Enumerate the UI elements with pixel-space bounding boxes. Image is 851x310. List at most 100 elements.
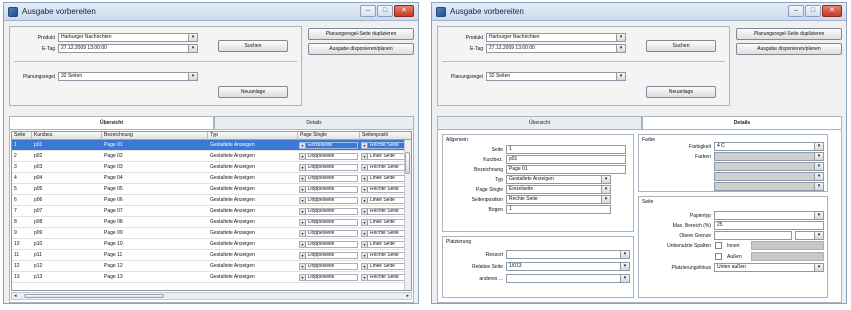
scroll-thumb[interactable]	[405, 152, 410, 174]
ausgabe-disponieren-button[interactable]: Ausgabe disponieren/planen	[308, 43, 414, 55]
table-row[interactable]: 11 p11 Page 11 Gestaltete Anzeigen ▾ Doppelse…	[12, 250, 411, 261]
farbigkeit-select[interactable]: 4 C ▾	[714, 142, 824, 151]
cell-select[interactable]: ▾ Einzelseite	[299, 142, 358, 149]
horizontal-scrollbar[interactable]: ◂ ▸	[11, 292, 412, 300]
table-row[interactable]: 1 p01 Page 01 Gestaltete Anzeigen ▾ Einzelsei…	[12, 140, 411, 151]
farben-select-2[interactable]: ▾	[714, 162, 824, 171]
planungsregel-select[interactable]: 32 Seiten ▾	[58, 72, 198, 81]
cell-select[interactable]: ▾ Doppelseite	[299, 263, 358, 270]
pages-table[interactable]: Seite Kurzbez. Bezeichnung Typ Page Sing…	[11, 131, 412, 291]
seitenposition-select[interactable]: Rechte Seite ▾	[506, 195, 611, 204]
cell-select[interactable]: ▾ Linke Seite	[361, 263, 410, 270]
bogen-field[interactable]: 1	[506, 205, 611, 214]
scroll-left-icon[interactable]: ◂	[14, 293, 17, 299]
table-row[interactable]: 3 p03 Page 03 Gestaltete Anzeigen ▾ Doppelsei…	[12, 162, 411, 173]
table-row[interactable]: 8 p08 Page 08 Gestaltete Anzeigen ▾ Doppelsei…	[12, 217, 411, 228]
cell-select[interactable]: ▾ Rechte Seite	[361, 142, 410, 149]
maximize-button[interactable]: □	[377, 5, 393, 17]
table-row[interactable]: 2 p02 Page 02 Gestaltete Anzeigen ▾ Doppelsei…	[12, 151, 411, 162]
planungsregel-duplizieren-button[interactable]: Planungsregel-Seite duplizieren	[308, 28, 414, 40]
table-row[interactable]: 12 p12 Page 12 Gestaltete Anzeigen ▾ Doppelse…	[12, 261, 411, 272]
produkt-select[interactable]: Harburger Nachrichten ▾	[486, 33, 626, 42]
farben-select-4[interactable]: ▾	[714, 182, 824, 191]
suchen-button[interactable]: Suchen	[646, 40, 716, 52]
page-single-select[interactable]: Einzelseite ▾	[506, 185, 611, 194]
cell-select[interactable]: ▾ Doppelseite	[299, 164, 358, 171]
max-bereich-field[interactable]: 25	[714, 221, 824, 230]
col-seitenposition[interactable]: Seitenpositi	[360, 132, 411, 140]
cell-select[interactable]: ▾ Rechte Seite	[361, 186, 410, 193]
cell-select[interactable]: ▾ Doppelseite	[299, 252, 358, 259]
farben-select-1[interactable]: ▾	[714, 152, 824, 161]
cell-select[interactable]: ▾ Linke Seite	[361, 197, 410, 204]
planungsregel-duplizieren-button[interactable]: Planungsregel-Seite duplizieren	[736, 28, 842, 40]
close-button[interactable]: ✕	[822, 5, 842, 17]
minimize-button[interactable]: –	[788, 5, 804, 17]
neuanlage-button[interactable]: Neuanlage	[218, 86, 288, 98]
innen-checkbox[interactable]	[715, 242, 722, 249]
ressort-select[interactable]: ▾	[506, 250, 630, 259]
table-row[interactable]: 4 p04 Page 04 Gestaltete Anzeigen ▾ Doppelsei…	[12, 173, 411, 184]
col-seite[interactable]: Seite	[12, 132, 32, 140]
cell-select[interactable]: ▾ Doppelseite	[299, 208, 358, 215]
col-typ[interactable]: Typ	[208, 132, 298, 140]
table-row[interactable]: 13 p13 Page 13 Gestaltete Anzeigen ▾ Doppelse…	[12, 272, 411, 283]
etag-select[interactable]: 27.12.2009 13:00:00 ▾	[486, 44, 626, 53]
papiertyp-select[interactable]: ▾	[714, 211, 824, 220]
close-button[interactable]: ✕	[394, 5, 414, 17]
ausgabe-disponieren-button[interactable]: Ausgabe disponieren/planen	[736, 43, 842, 55]
cell-select[interactable]: ▾ Rechte Seite	[361, 230, 410, 237]
etag-select[interactable]: 27.12.2009 13:00:00 ▾	[58, 44, 198, 53]
cell-select[interactable]: ▾ Rechte Seite	[361, 164, 410, 171]
tab-details[interactable]: Details	[214, 116, 414, 130]
produkt-select[interactable]: Harburger Nachrichten ▾	[58, 33, 198, 42]
minimize-button[interactable]: –	[360, 5, 376, 17]
bezeichnung-field[interactable]: Page 01	[506, 165, 626, 174]
farben-select-3[interactable]: ▾	[714, 172, 824, 181]
cell-select[interactable]: ▾ Linke Seite	[361, 175, 410, 182]
chevron-down-icon: ▾	[300, 143, 306, 148]
table-row[interactable]: 5 p05 Page 05 Gestaltete Anzeigen ▾ Doppelsei…	[12, 184, 411, 195]
cell-select[interactable]: ▾ Linke Seite	[361, 241, 410, 248]
cell-select[interactable]: ▾ Doppelseite	[299, 153, 358, 160]
col-page-single[interactable]: Page Single	[298, 132, 360, 140]
obere-grenze-field[interactable]	[714, 231, 792, 240]
chevron-down-icon: ▾	[362, 253, 368, 258]
suchen-button[interactable]: Suchen	[218, 40, 288, 52]
cell-select[interactable]: ▾ Doppelseite	[299, 219, 358, 226]
tab-uebersicht[interactable]: Übersicht	[9, 116, 214, 130]
obere-grenze-select[interactable]: ▾	[795, 231, 824, 240]
cell-select[interactable]: ▾ Rechte Seite	[361, 208, 410, 215]
tab-uebersicht[interactable]: Übersicht	[437, 116, 642, 130]
scroll-thumb[interactable]	[24, 294, 164, 298]
table-row[interactable]: 7 p07 Page 07 Gestaltete Anzeigen ▾ Doppelsei…	[12, 206, 411, 217]
cell-select[interactable]: ▾ Rechte Seite	[361, 252, 410, 259]
table-row[interactable]: 10 p10 Page 10 Gestaltete Anzeigen ▾ Doppelse…	[12, 239, 411, 250]
aussen-checkbox[interactable]	[715, 253, 722, 260]
cell-select[interactable]: ▾ Doppelseite	[299, 186, 358, 193]
kurzbez-field[interactable]: p01	[506, 155, 626, 164]
cell-select[interactable]: ▾ Linke Seite	[361, 219, 410, 226]
neuanlage-button[interactable]: Neuanlage	[646, 86, 716, 98]
anderes-select[interactable]: ▾	[506, 274, 630, 283]
table-row[interactable]: 6 p06 Page 06 Gestaltete Anzeigen ▾ Doppelsei…	[12, 195, 411, 206]
scroll-right-icon[interactable]: ▸	[406, 293, 409, 299]
cell-select[interactable]: ▾ Rechte Seite	[361, 274, 410, 281]
cell-select[interactable]: ▾ Doppelseite	[299, 274, 358, 281]
seite-field[interactable]: 1	[506, 145, 626, 154]
cell-select[interactable]: ▾ Doppelseite	[299, 175, 358, 182]
cell-select[interactable]: ▾ Doppelseite	[299, 197, 358, 204]
vertical-scrollbar[interactable]	[404, 140, 411, 290]
platzierungsfokus-select[interactable]: Unten außen ▾	[714, 263, 824, 272]
table-row[interactable]: 9 p09 Page 09 Gestaltete Anzeigen ▾ Doppelsei…	[12, 228, 411, 239]
typ-select[interactable]: Gestaltete Anzeigen ▾	[506, 175, 611, 184]
col-kurzbez[interactable]: Kurzbez.	[32, 132, 102, 140]
cell-select[interactable]: ▾ Linke Seite	[361, 153, 410, 160]
maximize-button[interactable]: □	[805, 5, 821, 17]
planungsregel-select[interactable]: 32 Seiten ▾	[486, 72, 626, 81]
relative-seite-select[interactable]: 1/013 ▾	[506, 262, 630, 271]
cell-select[interactable]: ▾ Doppelseite	[299, 230, 358, 237]
tab-details[interactable]: Details	[642, 116, 842, 130]
col-bezeichnung[interactable]: Bezeichnung	[102, 132, 208, 140]
cell-select[interactable]: ▾ Doppelseite	[299, 241, 358, 248]
